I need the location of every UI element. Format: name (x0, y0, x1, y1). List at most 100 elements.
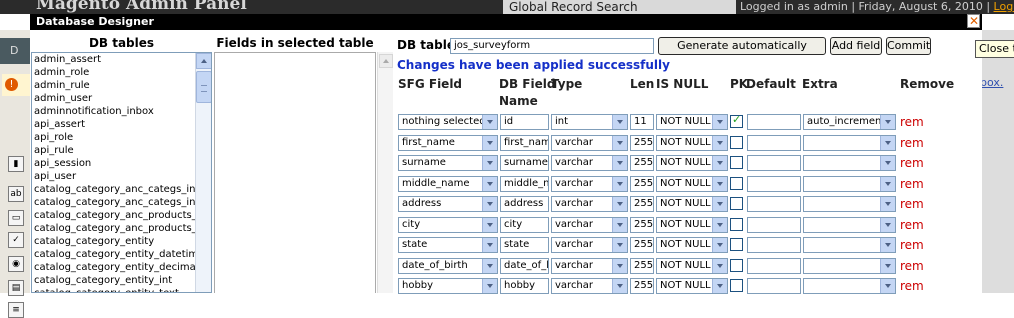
chevron-down-icon[interactable] (712, 177, 727, 191)
commit-button[interactable]: Commit (886, 37, 931, 55)
db-table-item[interactable]: catalog_category_entity_decimal (32, 261, 198, 274)
logout-link[interactable]: Log Out (994, 0, 1014, 13)
chevron-down-icon[interactable] (880, 279, 895, 293)
remove-link[interactable]: rem (900, 114, 924, 130)
db-table-item[interactable]: api_session (32, 157, 198, 170)
type-select[interactable]: int (551, 114, 628, 130)
pk-checkbox[interactable] (730, 279, 743, 292)
chevron-down-icon[interactable] (880, 156, 895, 170)
scroll-up-icon[interactable] (196, 53, 211, 69)
chevron-down-icon[interactable] (482, 136, 497, 150)
is-null-select[interactable]: NOT NULL (656, 176, 728, 192)
db-table-item[interactable]: catalog_category_anc_categs_ind (32, 183, 198, 196)
chevron-down-icon[interactable] (482, 197, 497, 211)
default-input[interactable] (747, 217, 801, 233)
remove-link[interactable]: rem (900, 196, 924, 212)
chevron-down-icon[interactable] (880, 197, 895, 211)
db-field-name-input[interactable]: surname (500, 155, 549, 171)
chevron-down-icon[interactable] (612, 115, 627, 129)
pk-checkbox[interactable] (730, 113, 743, 128)
pk-checkbox[interactable] (730, 238, 743, 251)
len-input[interactable]: 255 (630, 176, 654, 192)
default-input[interactable] (747, 155, 801, 171)
type-select[interactable]: varchar (551, 176, 628, 192)
db-table-item[interactable]: admin_rule (32, 79, 198, 92)
type-select[interactable]: varchar (551, 155, 628, 171)
db-table-item[interactable]: catalog_category_entity_int (32, 274, 198, 287)
default-input[interactable] (747, 258, 801, 274)
pk-checkbox[interactable] (730, 218, 743, 231)
default-input[interactable] (747, 278, 801, 294)
db-table-item[interactable]: api_rule (32, 144, 198, 157)
db-field-name-input[interactable]: id (500, 114, 549, 130)
fields-list[interactable] (214, 52, 376, 293)
chevron-down-icon[interactable] (482, 279, 497, 293)
default-input[interactable] (747, 114, 801, 130)
chevron-down-icon[interactable] (712, 279, 727, 293)
default-input[interactable] (747, 196, 801, 212)
remove-link[interactable]: rem (900, 237, 924, 253)
db-field-name-input[interactable]: middle_name (500, 176, 549, 192)
sfg-field-select[interactable]: date_of_birth (398, 258, 498, 274)
close-icon[interactable] (967, 14, 980, 28)
chevron-down-icon[interactable] (482, 259, 497, 273)
scroll-thumb[interactable] (196, 71, 211, 103)
is-null-select[interactable]: NOT NULL (656, 278, 728, 294)
chart-icon[interactable]: ▮ (8, 156, 24, 172)
len-input[interactable]: 255 (630, 278, 654, 294)
pk-checkbox[interactable] (730, 136, 743, 149)
sfg-field-select[interactable]: first_name (398, 135, 498, 151)
chevron-down-icon[interactable] (880, 218, 895, 232)
chevron-down-icon[interactable] (712, 197, 727, 211)
pk-checkbox[interactable] (730, 259, 743, 272)
chevron-down-icon[interactable] (880, 136, 895, 150)
chevron-down-icon[interactable] (712, 259, 727, 273)
extra-select[interactable] (803, 176, 896, 192)
chevron-down-icon[interactable] (482, 238, 497, 252)
input-field-icon[interactable]: ▭ (8, 210, 24, 226)
is-null-select[interactable]: NOT NULL (656, 217, 728, 233)
scroll-up-icon[interactable] (379, 54, 393, 68)
global-record-search[interactable]: Global Record Search (503, 0, 736, 14)
type-select[interactable]: varchar (551, 237, 628, 253)
chevron-down-icon[interactable] (482, 218, 497, 232)
type-select[interactable]: varchar (551, 196, 628, 212)
type-select[interactable]: varchar (551, 278, 628, 294)
chevron-down-icon[interactable] (482, 156, 497, 170)
extra-select[interactable] (803, 258, 896, 274)
type-select[interactable]: varchar (551, 135, 628, 151)
radio-icon[interactable]: ◉ (8, 256, 24, 272)
db-table-input[interactable]: jos_surveyform (450, 38, 654, 54)
sfg-field-select[interactable]: nothing selected (398, 114, 498, 130)
db-table-item[interactable]: catalog_category_anc_products_in (32, 209, 198, 222)
default-input[interactable] (747, 135, 801, 151)
select-icon[interactable]: ▤ (8, 280, 24, 296)
pk-checkbox[interactable] (730, 156, 743, 169)
db-field-name-input[interactable]: date_of_birth (500, 258, 549, 274)
chevron-down-icon[interactable] (612, 136, 627, 150)
type-select[interactable]: varchar (551, 217, 628, 233)
generate-automatically-button[interactable]: Generate automatically (658, 37, 826, 55)
db-table-item[interactable]: admin_role (32, 66, 198, 79)
db-table-item[interactable]: catalog_category_entity (32, 235, 198, 248)
remove-link[interactable]: rem (900, 176, 924, 192)
fields-scrollbar[interactable] (377, 52, 393, 293)
db-table-item[interactable]: api_role (32, 131, 198, 144)
is-null-select[interactable]: NOT NULL (656, 237, 728, 253)
db-table-item[interactable]: api_user (32, 170, 198, 183)
db-table-item[interactable]: admin_assert (32, 53, 198, 66)
db-table-item[interactable]: catalog_category_entity_datetime (32, 248, 198, 261)
chevron-down-icon[interactable] (482, 177, 497, 191)
pk-checkbox[interactable] (730, 177, 743, 190)
extra-select[interactable] (803, 196, 896, 212)
pk-checkbox[interactable] (730, 197, 743, 210)
extra-select[interactable] (803, 135, 896, 151)
chevron-down-icon[interactable] (612, 197, 627, 211)
chevron-down-icon[interactable] (612, 218, 627, 232)
db-field-name-input[interactable]: city (500, 217, 549, 233)
chevron-down-icon[interactable] (612, 177, 627, 191)
len-input[interactable]: 255 (630, 258, 654, 274)
sfg-field-select[interactable]: hobby (398, 278, 498, 294)
default-input[interactable] (747, 176, 801, 192)
db-table-item[interactable]: admin_user (32, 92, 198, 105)
